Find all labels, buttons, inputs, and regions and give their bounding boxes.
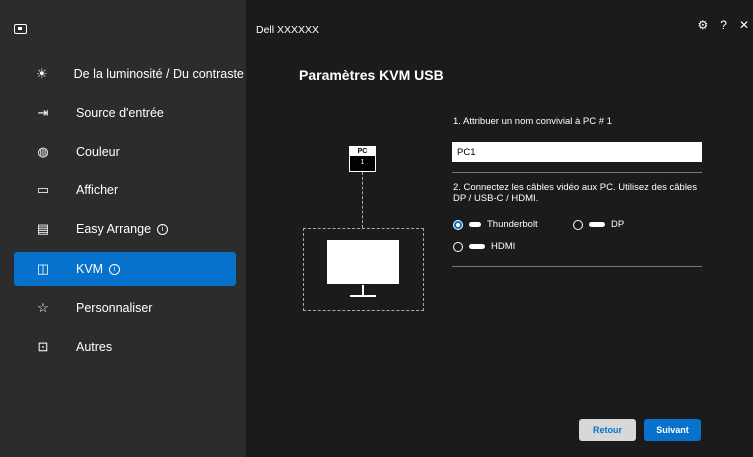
- pc-name-input[interactable]: [452, 142, 702, 162]
- sidebar-item-kvm[interactable]: ◫ KVM i: [14, 252, 236, 286]
- sidebar-item-others[interactable]: ⊡ Autres: [14, 330, 236, 364]
- step2-label: 2. Connectez les câbles vidéo aux PC. Ut…: [453, 182, 697, 204]
- main-panel: Dell XXXXXX ⚙ ? ✕ Paramètres KVM USB PC …: [246, 0, 753, 457]
- sidebar-item-label: Personnaliser: [76, 301, 153, 315]
- app-icon: [14, 24, 27, 34]
- pc-badge-number: 1: [360, 159, 365, 166]
- radio-button[interactable]: [573, 219, 583, 230]
- thunderbolt-cable-icon: [469, 222, 481, 227]
- sidebar-item-personalize[interactable]: ☆ Personnaliser: [14, 291, 236, 325]
- connector-line: [362, 172, 363, 228]
- sidebar-item-label: Easy Arrange: [76, 222, 152, 236]
- easy-arrange-icon: ▤: [36, 221, 50, 236]
- sidebar: ☀ De la luminosité / Du contraste ⇥ Sour…: [0, 0, 246, 457]
- divider: [452, 266, 702, 267]
- sidebar-item-color[interactable]: ◍ Couleur: [14, 135, 236, 169]
- sidebar-item-brightness-contrast[interactable]: ☀ De la luminosité / Du contraste: [14, 57, 244, 91]
- radio-thunderbolt[interactable]: Thunderbolt: [453, 219, 538, 230]
- radio-button[interactable]: [453, 241, 463, 252]
- help-icon[interactable]: ?: [720, 18, 727, 32]
- radio-label: Thunderbolt: [487, 219, 538, 230]
- brightness-icon: ☀: [36, 66, 48, 81]
- color-icon: ◍: [37, 144, 49, 159]
- settings-icon[interactable]: ⚙: [697, 18, 708, 32]
- sidebar-item-label: KVM: [76, 262, 104, 276]
- sidebar-item-label: Source d'entrée: [76, 106, 164, 120]
- step1-label: 1. Attribuer un nom convivial à PC # 1: [453, 116, 612, 127]
- input-source-icon: ⇥: [37, 105, 49, 120]
- kvm-icon: ◫: [36, 261, 50, 276]
- hdmi-cable-icon: [469, 244, 485, 249]
- close-icon[interactable]: ✕: [739, 18, 749, 32]
- divider: [452, 172, 702, 173]
- sidebar-item-easy-arrange[interactable]: ▤ Easy Arrange i: [14, 212, 236, 246]
- next-button[interactable]: Suivant: [644, 419, 701, 441]
- sidebar-item-display[interactable]: ▭ Afficher: [14, 173, 236, 207]
- info-icon[interactable]: i: [109, 263, 121, 275]
- display-icon: ▭: [36, 182, 50, 197]
- radio-label: HDMI: [491, 241, 516, 252]
- back-button[interactable]: Retour: [579, 419, 636, 441]
- monitor-base: [350, 295, 376, 297]
- pc-badge: PC 1: [349, 146, 376, 172]
- sidebar-item-label: Autres: [76, 340, 113, 354]
- page-title: Paramètres KVM USB: [299, 67, 444, 83]
- dp-cable-icon: [589, 222, 605, 227]
- window-title: Dell XXXXXX: [256, 24, 320, 36]
- sidebar-item-label: Couleur: [76, 145, 120, 159]
- monitor-stand: [362, 285, 364, 295]
- info-icon[interactable]: i: [157, 223, 169, 235]
- sidebar-item-label: De la luminosité / Du contraste: [73, 67, 244, 81]
- radio-label: DP: [611, 219, 625, 230]
- monitor-screen: [327, 240, 399, 284]
- others-icon: ⊡: [37, 339, 49, 354]
- sidebar-item-input-source[interactable]: ⇥ Source d'entrée: [14, 96, 236, 130]
- radio-button-selected[interactable]: [453, 219, 463, 230]
- radio-dp[interactable]: DP: [573, 219, 624, 230]
- monitor-illustration: [303, 228, 424, 311]
- star-icon: ☆: [37, 300, 49, 315]
- window-controls: ⚙ ? ✕: [697, 18, 749, 32]
- radio-hdmi[interactable]: HDMI: [453, 241, 515, 252]
- pc-badge-label: PC: [350, 147, 375, 156]
- sidebar-item-label: Afficher: [76, 183, 119, 197]
